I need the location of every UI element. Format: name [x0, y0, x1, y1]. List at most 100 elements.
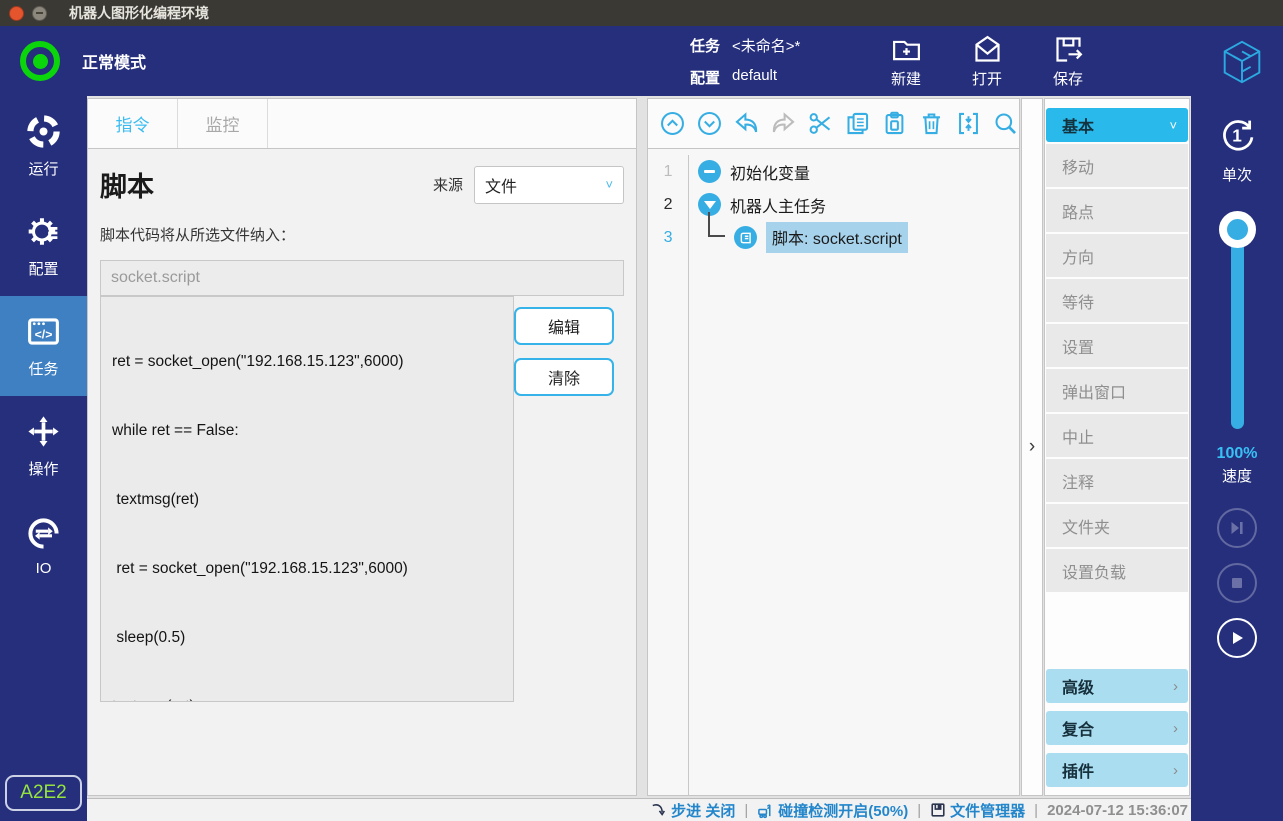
io-cycle-icon: [25, 515, 62, 552]
redo-icon[interactable]: [770, 110, 797, 137]
code-line: textmsg(ret): [112, 695, 502, 702]
sidebar-item-label: 运行: [29, 158, 59, 179]
step-mode-label: 步进 关闭: [671, 800, 735, 821]
code-line: ret = socket_open("192.168.15.123",6000): [112, 557, 502, 580]
new-button[interactable]: 新建: [880, 33, 932, 89]
undo-icon[interactable]: [733, 110, 760, 137]
command-item-waypoint[interactable]: 路点: [1046, 189, 1188, 232]
move-down-icon[interactable]: [696, 110, 723, 137]
command-item-abort[interactable]: 中止: [1046, 414, 1188, 457]
run-icon: [25, 113, 62, 150]
sidebar-item-config[interactable]: 配置: [0, 196, 87, 296]
delete-icon[interactable]: [918, 110, 945, 137]
window-minimize-button[interactable]: [32, 6, 47, 21]
cycle-once-icon: 1: [1214, 112, 1260, 158]
tree-body: 1 2 3 初始化变量 机器人主任务: [648, 149, 1019, 795]
save-button-label: 保存: [1053, 68, 1083, 89]
sidebar-item-io[interactable]: IO: [0, 496, 87, 596]
speed-slider-track[interactable]: [1231, 225, 1244, 429]
cut-icon[interactable]: [807, 110, 834, 137]
new-button-label: 新建: [891, 68, 921, 89]
play-icon: [1228, 629, 1246, 647]
robot-model-badge[interactable]: A2E2: [5, 775, 81, 811]
open-button[interactable]: 打开: [961, 33, 1013, 89]
sidebar-spacer: [0, 596, 87, 775]
collapse-node-icon[interactable]: [698, 160, 721, 183]
tree-toolbar: [648, 99, 1019, 149]
run-control-sidebar: 1 单次 100% 速度: [1191, 96, 1283, 821]
speed-slider[interactable]: [1217, 211, 1257, 429]
file-manager-button[interactable]: 文件管理器: [930, 800, 1025, 821]
sidebar-item-label: 任务: [29, 358, 59, 379]
open-button-label: 打开: [972, 68, 1002, 89]
collision-detect-status[interactable]: 碰撞检测开启(50%): [757, 800, 908, 821]
command-item-move[interactable]: 移动: [1046, 144, 1188, 187]
command-item-direction[interactable]: 方向: [1046, 234, 1188, 277]
panel-collapse-handle[interactable]: ›: [1021, 98, 1043, 796]
run-cycle-toggle[interactable]: 1 单次: [1214, 112, 1260, 185]
code-line: sleep(0.5): [112, 626, 502, 649]
search-icon[interactable]: [992, 110, 1019, 137]
window-close-button[interactable]: [9, 6, 24, 21]
sidebar-item-operate[interactable]: 操作: [0, 396, 87, 496]
command-item-folder[interactable]: 文件夹: [1046, 504, 1188, 547]
command-item-comment[interactable]: 注释: [1046, 459, 1188, 502]
command-group-label: 高级: [1062, 674, 1094, 698]
clear-button[interactable]: 清除: [514, 358, 614, 396]
script-description: 脚本代码将从所选文件纳入：: [100, 224, 624, 245]
instruction-panel: 指令 监控 脚本 来源 文件 ˅ 脚本代码将从所选文: [87, 98, 637, 796]
command-group-composite[interactable]: 复合 ›: [1046, 711, 1188, 745]
instruction-content: 脚本 来源 文件 ˅ 脚本代码将从所选文件纳入： ret: [88, 149, 636, 795]
play-button[interactable]: [1217, 618, 1257, 658]
page-title: 脚本: [100, 165, 154, 204]
status-timestamp: 2024-07-12 15:36:07: [1047, 802, 1188, 819]
command-item-wait[interactable]: 等待: [1046, 279, 1188, 322]
paste-icon[interactable]: [881, 110, 908, 137]
sidebar-item-label: 配置: [29, 258, 59, 279]
sidebar-item-label: IO: [36, 560, 52, 577]
collapse-icon[interactable]: [955, 110, 982, 137]
speed-value: 100%: [1217, 445, 1258, 463]
line-number: 1: [648, 155, 688, 188]
save-button[interactable]: 保存: [1042, 33, 1094, 89]
speed-slider-handle[interactable]: [1219, 211, 1256, 248]
chevron-right-icon: ›: [1173, 678, 1178, 695]
command-group-plugin[interactable]: 插件 ›: [1046, 753, 1188, 787]
command-item-set[interactable]: 设置: [1046, 324, 1188, 367]
tree-row-main-task[interactable]: 机器人主任务: [689, 188, 1019, 221]
tree-row-label: 初始化变量: [730, 160, 810, 184]
command-group-basic[interactable]: 基本 ˅: [1046, 108, 1188, 142]
program-tree-panel: 1 2 3 初始化变量 机器人主任务: [647, 98, 1020, 796]
tree-row-script[interactable]: 脚本: socket.script: [689, 221, 1019, 254]
line-number: 3: [648, 221, 688, 254]
step-mode-status[interactable]: 步进 关闭: [651, 800, 735, 821]
source-label: 来源: [433, 174, 463, 195]
step-arrow-icon: [651, 802, 667, 818]
save-icon: [1052, 33, 1085, 66]
code-line: textmsg(ret): [112, 488, 502, 511]
sidebar-item-task[interactable]: </> 任务: [0, 296, 87, 396]
stop-button[interactable]: [1217, 563, 1257, 603]
header-actions: 新建 打开 保存: [880, 33, 1094, 89]
tab-instruction[interactable]: 指令: [88, 99, 178, 148]
os-titlebar: 机器人图形化编程环境: [0, 0, 1283, 26]
copy-icon[interactable]: [844, 110, 871, 137]
move-up-icon[interactable]: [659, 110, 686, 137]
command-group-advanced[interactable]: 高级 ›: [1046, 669, 1188, 703]
config-value: default: [732, 67, 777, 88]
sidebar-item-run[interactable]: 运行: [0, 96, 87, 196]
tab-monitor[interactable]: 监控: [178, 99, 268, 148]
code-line: while ret == False:: [112, 419, 502, 442]
file-manager-label: 文件管理器: [950, 800, 1025, 821]
command-item-popup[interactable]: 弹出窗口: [1046, 369, 1188, 412]
step-forward-button[interactable]: [1217, 508, 1257, 548]
edit-button[interactable]: 编辑: [514, 307, 614, 345]
script-file-input[interactable]: [100, 260, 624, 296]
command-item-set-payload[interactable]: 设置负载: [1046, 549, 1188, 592]
step-forward-icon: [1228, 519, 1246, 537]
source-select[interactable]: 文件 ˅: [474, 166, 624, 204]
cycle-label: 单次: [1214, 164, 1260, 185]
tree-row-init-vars[interactable]: 初始化变量: [689, 155, 1019, 188]
move-arrows-icon: [25, 413, 62, 450]
tree-row-label: 机器人主任务: [730, 193, 826, 217]
